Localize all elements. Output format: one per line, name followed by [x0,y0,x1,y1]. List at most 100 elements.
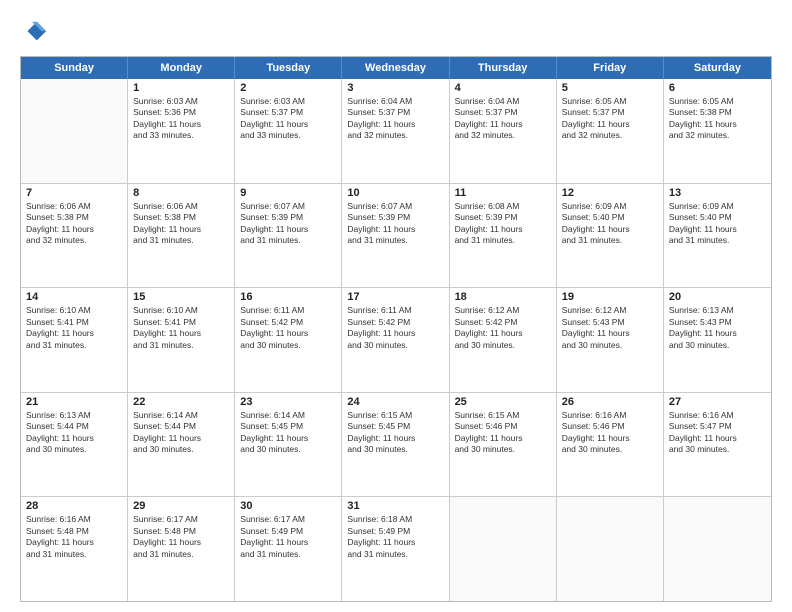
cell-info: Sunrise: 6:03 AMSunset: 5:36 PMDaylight:… [133,96,229,142]
calendar-cell: 25 Sunrise: 6:15 AMSunset: 5:46 PMDayligh… [450,393,557,497]
calendar-cell [664,497,771,601]
calendar-cell: 23 Sunrise: 6:14 AMSunset: 5:45 PMDayligh… [235,393,342,497]
cell-info: Sunrise: 6:08 AMSunset: 5:39 PMDaylight:… [455,201,551,247]
day-number: 11 [455,187,551,199]
calendar-cell: 15 Sunrise: 6:10 AMSunset: 5:41 PMDayligh… [128,288,235,392]
day-number: 6 [669,82,766,94]
day-number: 22 [133,396,229,408]
calendar-cell: 5 Sunrise: 6:05 AMSunset: 5:37 PMDaylight… [557,79,664,183]
calendar-cell: 3 Sunrise: 6:04 AMSunset: 5:37 PMDaylight… [342,79,449,183]
calendar-cell: 11 Sunrise: 6:08 AMSunset: 5:39 PMDayligh… [450,184,557,288]
day-number: 2 [240,82,336,94]
cell-info: Sunrise: 6:17 AMSunset: 5:48 PMDaylight:… [133,514,229,560]
calendar-cell: 26 Sunrise: 6:16 AMSunset: 5:46 PMDayligh… [557,393,664,497]
day-number: 29 [133,500,229,512]
calendar-cell: 16 Sunrise: 6:11 AMSunset: 5:42 PMDayligh… [235,288,342,392]
calendar-cell: 17Sunrise: 6:11 AMSunset: 5:42 PMDayligh… [342,288,449,392]
day-number: 10 [347,187,443,199]
day-number: 28 [26,500,122,512]
cell-info: Sunrise: 6:06 AMSunset: 5:38 PMDaylight:… [133,201,229,247]
calendar-cell: 28 Sunrise: 6:16 AMSunset: 5:48 PMDayligh… [21,497,128,601]
cell-info: Sunrise: 6:10 AMSunset: 5:41 PMDaylight:… [26,305,122,351]
cell-info: Sunrise: 6:11 AMSunset: 5:42 PMDaylight:… [240,305,336,351]
cell-info: Sunrise: 6:04 AMSunset: 5:37 PMDaylight:… [455,96,551,142]
cell-info: Sunrise: 6:06 AMSunset: 5:38 PMDaylight:… [26,201,122,247]
calendar-cell: 13 Sunrise: 6:09 AMSunset: 5:40 PMDayligh… [664,184,771,288]
cell-info: Sunrise: 6:03 AMSunset: 5:37 PMDaylight:… [240,96,336,142]
day-number: 9 [240,187,336,199]
day-number: 14 [26,291,122,303]
day-number: 19 [562,291,658,303]
logo-icon [20,18,48,46]
day-number: 21 [26,396,122,408]
day-number: 4 [455,82,551,94]
cell-info: Sunrise: 6:09 AMSunset: 5:40 PMDaylight:… [669,201,766,247]
calendar-cell: 14 Sunrise: 6:10 AMSunset: 5:41 PMDayligh… [21,288,128,392]
calendar-cell [450,497,557,601]
day-number: 1 [133,82,229,94]
cell-info: Sunrise: 6:09 AMSunset: 5:40 PMDaylight:… [562,201,658,247]
calendar-cell: 24 Sunrise: 6:15 AMSunset: 5:45 PMDayligh… [342,393,449,497]
calendar-cell: 22 Sunrise: 6:14 AMSunset: 5:44 PMDayligh… [128,393,235,497]
cell-info: Sunrise: 6:18 AMSunset: 5:49 PMDaylight:… [347,514,443,560]
day-number: 24 [347,396,443,408]
day-number: 23 [240,396,336,408]
header-day: Friday [557,57,664,79]
calendar-cell: 1 Sunrise: 6:03 AMSunset: 5:36 PMDaylight… [128,79,235,183]
header-day: Tuesday [235,57,342,79]
cell-info: Sunrise: 6:05 AMSunset: 5:37 PMDaylight:… [562,96,658,142]
calendar-cell: 7 Sunrise: 6:06 AMSunset: 5:38 PMDaylight… [21,184,128,288]
calendar-cell [557,497,664,601]
header-day: Monday [128,57,235,79]
calendar-row: 28 Sunrise: 6:16 AMSunset: 5:48 PMDayligh… [21,497,771,601]
day-number: 20 [669,291,766,303]
day-number: 12 [562,187,658,199]
cell-info: Sunrise: 6:07 AMSunset: 5:39 PMDaylight:… [347,201,443,247]
calendar-cell: 2 Sunrise: 6:03 AMSunset: 5:37 PMDaylight… [235,79,342,183]
cell-info: Sunrise: 6:13 AMSunset: 5:44 PMDaylight:… [26,410,122,456]
cell-info: Sunrise: 6:12 AMSunset: 5:43 PMDaylight:… [562,305,658,351]
cell-info: Sunrise: 6:14 AMSunset: 5:45 PMDaylight:… [240,410,336,456]
day-number: 31 [347,500,443,512]
calendar-row: 1 Sunrise: 6:03 AMSunset: 5:36 PMDaylight… [21,79,771,184]
calendar-cell: 12 Sunrise: 6:09 AMSunset: 5:40 PMDayligh… [557,184,664,288]
day-number: 15 [133,291,229,303]
calendar-header: SundayMondayTuesdayWednesdayThursdayFrid… [21,57,771,79]
header-day: Saturday [664,57,771,79]
calendar-row: 21 Sunrise: 6:13 AMSunset: 5:44 PMDayligh… [21,393,771,498]
day-number: 18 [455,291,551,303]
cell-info: Sunrise: 6:11 AMSunset: 5:42 PMDaylight:… [347,305,443,351]
cell-info: Sunrise: 6:14 AMSunset: 5:44 PMDaylight:… [133,410,229,456]
page: SundayMondayTuesdayWednesdayThursdayFrid… [0,0,792,612]
calendar-cell: 19 Sunrise: 6:12 AMSunset: 5:43 PMDayligh… [557,288,664,392]
day-number: 27 [669,396,766,408]
day-number: 13 [669,187,766,199]
calendar-cell: 30Sunrise: 6:17 AMSunset: 5:49 PMDayligh… [235,497,342,601]
day-number: 30 [240,500,336,512]
calendar-cell: 10 Sunrise: 6:07 AMSunset: 5:39 PMDayligh… [342,184,449,288]
cell-info: Sunrise: 6:16 AMSunset: 5:46 PMDaylight:… [562,410,658,456]
cell-info: Sunrise: 6:16 AMSunset: 5:48 PMDaylight:… [26,514,122,560]
calendar-cell: 29 Sunrise: 6:17 AMSunset: 5:48 PMDayligh… [128,497,235,601]
cell-info: Sunrise: 6:04 AMSunset: 5:37 PMDaylight:… [347,96,443,142]
day-number: 5 [562,82,658,94]
cell-info: Sunrise: 6:15 AMSunset: 5:45 PMDaylight:… [347,410,443,456]
header [20,18,772,46]
cell-info: Sunrise: 6:16 AMSunset: 5:47 PMDaylight:… [669,410,766,456]
calendar-cell: 31 Sunrise: 6:18 AMSunset: 5:49 PMDayligh… [342,497,449,601]
header-day: Thursday [450,57,557,79]
calendar-cell: 21 Sunrise: 6:13 AMSunset: 5:44 PMDayligh… [21,393,128,497]
day-number: 3 [347,82,443,94]
day-number: 16 [240,291,336,303]
logo [20,18,52,46]
cell-info: Sunrise: 6:10 AMSunset: 5:41 PMDaylight:… [133,305,229,351]
day-number: 26 [562,396,658,408]
cell-info: Sunrise: 6:05 AMSunset: 5:38 PMDaylight:… [669,96,766,142]
calendar-cell [21,79,128,183]
cell-info: Sunrise: 6:15 AMSunset: 5:46 PMDaylight:… [455,410,551,456]
calendar-cell: 8Sunrise: 6:06 AMSunset: 5:38 PMDaylight… [128,184,235,288]
day-number: 25 [455,396,551,408]
calendar-cell: 20Sunrise: 6:13 AMSunset: 5:43 PMDayligh… [664,288,771,392]
header-day: Sunday [21,57,128,79]
day-number: 7 [26,187,122,199]
